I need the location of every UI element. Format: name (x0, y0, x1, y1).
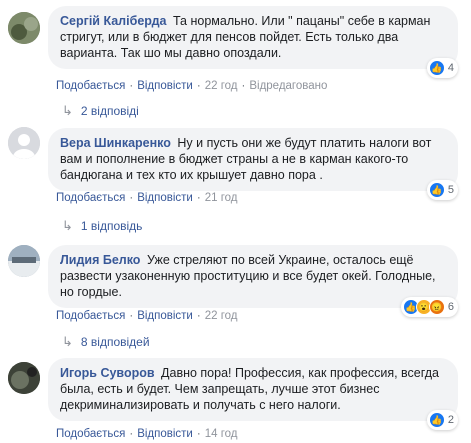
reactions[interactable]: 👍 😮 😠 6 (400, 297, 458, 317)
comment-time[interactable]: 22 год (205, 310, 238, 322)
reaction-count: 6 (447, 301, 454, 313)
reaction-count: 2 (447, 414, 454, 426)
angry-reaction-icon: 😠 (428, 299, 445, 315)
avatar-image (8, 245, 40, 277)
reactions[interactable]: 👍 2 (426, 410, 458, 430)
comment-bubble: Сергій Каліберда Та нормально. Или " пац… (48, 6, 458, 78)
comment-bubble: Игорь Суворов Давно пора! Профессия, как… (48, 358, 458, 430)
reaction-count: 4 (447, 62, 454, 74)
reply-link[interactable]: Відповісти (137, 80, 193, 92)
comment-time[interactable]: 22 год (205, 80, 238, 92)
avatar[interactable] (8, 362, 40, 394)
comment-author[interactable]: Игорь Суворов (60, 366, 155, 380)
like-reaction-icon: 👍 (428, 412, 445, 428)
reply-link[interactable]: Відповісти (137, 428, 193, 440)
reply-arrow-icon: ↳ (62, 334, 73, 349)
comment-author[interactable]: Лидия Белко (60, 253, 140, 267)
default-avatar-icon (8, 127, 40, 159)
replies-count: 2 відповіді (80, 104, 139, 118)
comment-actions: Подобається · Відповісти · 14 год (56, 428, 238, 440)
edited-label[interactable]: Відредаговано (249, 80, 327, 92)
like-link[interactable]: Подобається (56, 80, 125, 92)
reply-link[interactable]: Відповісти (137, 192, 193, 204)
avatar-image (8, 12, 40, 44)
reply-arrow-icon: ↳ (62, 103, 73, 118)
comment-author[interactable]: Сергій Каліберда (60, 14, 166, 28)
comment-bubble: Вера Шинкаренко Ну и пусть они же будут … (48, 128, 458, 200)
comment-actions: Подобається · Відповісти · 21 год (56, 192, 238, 204)
comment-time[interactable]: 21 год (205, 192, 238, 204)
like-link[interactable]: Подобається (56, 310, 125, 322)
comment-author[interactable]: Вера Шинкаренко (60, 136, 171, 150)
like-reaction-icon: 👍 (428, 60, 445, 76)
avatar[interactable] (8, 127, 40, 159)
avatar[interactable] (8, 245, 40, 277)
comment-actions: Подобається · Відповісти · 22 год (56, 310, 238, 322)
replies-count: 8 відповідей (80, 335, 150, 349)
reply-arrow-icon: ↳ (62, 218, 73, 233)
reactions[interactable]: 👍 5 (426, 180, 458, 200)
like-link[interactable]: Подобається (56, 428, 125, 440)
reply-link[interactable]: Відповісти (137, 310, 193, 322)
avatar-image (8, 362, 40, 394)
comment-bubble: Лидия Белко Уже стреляют по всей Украине… (48, 245, 458, 317)
like-reaction-icon: 👍 (428, 182, 445, 198)
comment-time[interactable]: 14 год (205, 428, 238, 440)
comment-actions: Подобається · Відповісти · 22 год · Відредагов… (56, 80, 328, 92)
avatar[interactable] (8, 12, 40, 44)
replies-count: 1 відповідь (80, 219, 143, 233)
view-replies-link[interactable]: ↳ 2 відповіді (62, 103, 139, 119)
view-replies-link[interactable]: ↳ 8 відповідей (62, 334, 150, 350)
like-link[interactable]: Подобається (56, 192, 125, 204)
view-replies-link[interactable]: ↳ 1 відповідь (62, 218, 142, 234)
reactions[interactable]: 👍 4 (426, 58, 458, 78)
reaction-count: 5 (447, 184, 454, 196)
